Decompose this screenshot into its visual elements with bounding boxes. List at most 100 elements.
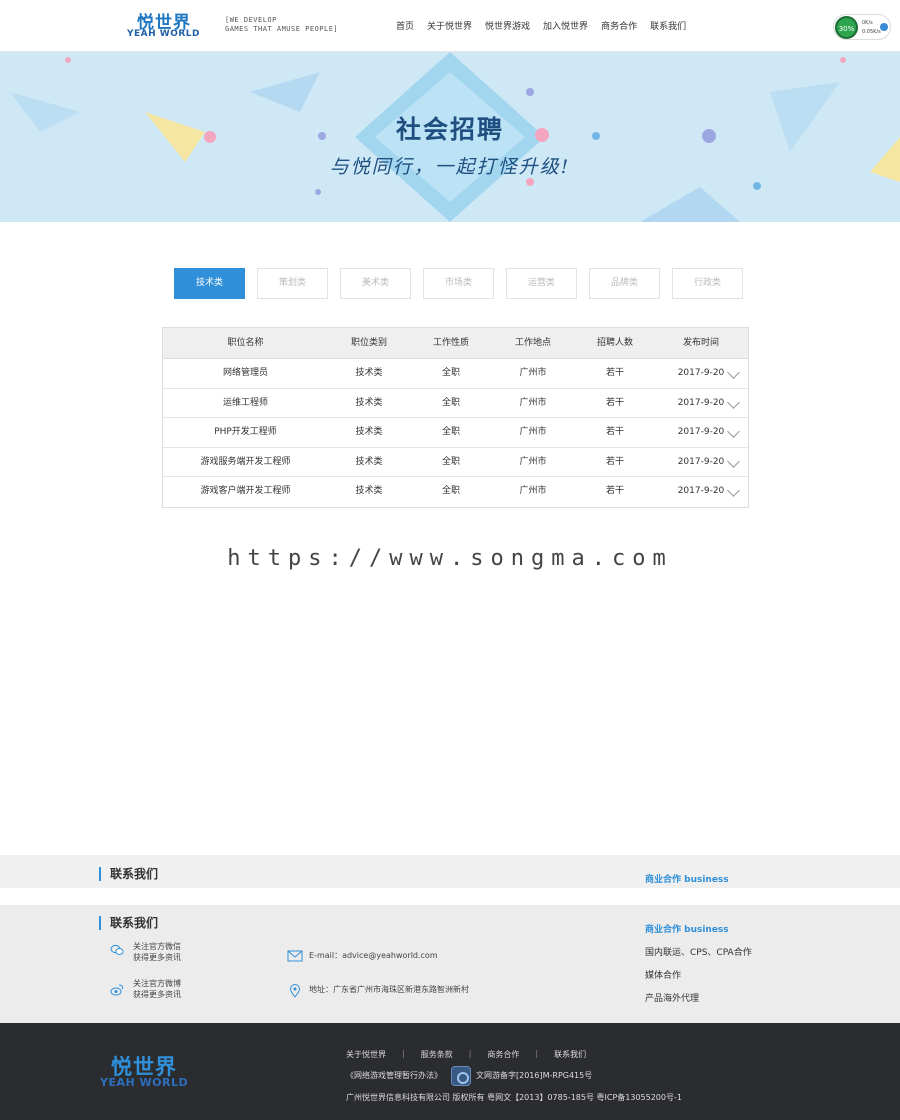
banner-dot	[840, 57, 846, 63]
table-row[interactable]: 网络管理员 技术类 全职 广州市 若干 2017-9-20	[163, 359, 748, 389]
contact-section: 联系我们 关注官方微信 获得更多资讯 关注官方微博 获得更多资讯 E-mail：…	[0, 905, 900, 1023]
weibo-icon[interactable]	[110, 983, 124, 997]
speed-widget[interactable]: 30% 0K/s 0.05K/s	[833, 14, 891, 40]
table-row[interactable]: 运维工程师 技术类 全职 广州市 若干 2017-9-20	[163, 388, 748, 418]
slogan-line2: GAMES THAT AMUSE PEOPLE]	[225, 25, 339, 33]
table-row[interactable]: 游戏客户端开发工程师 技术类 全职 广州市 若干 2017-9-20	[163, 477, 748, 507]
jobs-table: 职位名称 职位类别 工作性质 工作地点 招聘人数 发布时间 网络管理员 技术类 全职…	[162, 327, 749, 508]
speed-percent: 30%	[835, 16, 858, 39]
banner-triangle-blue	[250, 72, 320, 112]
banner-dot	[65, 57, 71, 63]
banner-dot	[315, 189, 321, 195]
watermark-text: https://www.songma.com	[227, 546, 673, 571]
wechat-line1: 关注官方微信	[133, 942, 181, 951]
email-text[interactable]: E-mail：advice@yeahworld.com	[309, 950, 438, 961]
footer-link-business[interactable]: 商务合作	[487, 1049, 519, 1060]
col-type: 工作性质	[432, 338, 469, 348]
footer-copyright: 广州悦世界信息科技有限公司 版权所有 粤网文【2013】0785-185号 粤I…	[346, 1093, 682, 1102]
footer-link-about[interactable]: 关于悦世界	[346, 1049, 386, 1060]
job-type: 全职	[441, 368, 460, 378]
footer-license[interactable]: 《网络游戏管理暂行办法》	[346, 1070, 442, 1081]
speed-down: 0.05K/s	[862, 29, 881, 35]
logo-en: YEAH WORLD	[127, 29, 201, 39]
banner-dot	[753, 182, 761, 190]
col-location: 工作地点	[514, 338, 551, 348]
nav-join[interactable]: 加入悦世界	[543, 19, 588, 32]
nav-business[interactable]: 商务合作	[601, 19, 637, 32]
hero-banner: 社会招聘 与悦同行，一起打怪升级!	[0, 52, 900, 222]
main-nav: 首页 关于悦世界 悦世界游戏 加入悦世界 商务合作 联系我们	[396, 19, 699, 32]
banner-dot	[526, 178, 534, 186]
job-category: 技术类	[355, 427, 383, 437]
col-date: 发布时间	[682, 338, 719, 348]
job-headcount: 若干	[605, 368, 624, 378]
tab-admin[interactable]: 行政类	[672, 268, 743, 299]
col-title: 职位名称	[227, 338, 264, 348]
license-badge-icon[interactable]	[451, 1066, 471, 1086]
job-headcount: 若干	[605, 486, 624, 496]
job-location: 广州市	[519, 368, 547, 378]
weibo-line2: 获得更多资讯	[133, 990, 181, 999]
nav-contact[interactable]: 联系我们	[650, 19, 686, 32]
wechat-line2: 获得更多资讯	[133, 953, 181, 962]
table-row[interactable]: PHP开发工程师 技术类 全职 广州市 若干 2017-9-20	[163, 418, 748, 448]
tab-art[interactable]: 美术类	[340, 268, 411, 299]
job-title: 网络管理员	[222, 368, 268, 378]
tab-planning[interactable]: 策划类	[257, 268, 328, 299]
col-category: 职位类别	[350, 338, 387, 348]
banner-subtitle: 与悦同行，一起打怪升级!	[329, 156, 571, 178]
nav-home[interactable]: 首页	[396, 19, 414, 32]
wechat-icon[interactable]	[110, 943, 124, 957]
footer-link-contact[interactable]: 联系我们	[554, 1049, 586, 1060]
strip-title: 联系我们	[99, 867, 158, 881]
job-title: 游戏客户端开发工程师	[200, 486, 291, 496]
tab-operation[interactable]: 运营类	[506, 268, 577, 299]
speed-toggle-icon[interactable]	[880, 23, 888, 31]
address-text: 地址：广东省广州市海珠区新港东路智洲新村	[309, 985, 469, 994]
nav-about[interactable]: 关于悦世界	[427, 19, 472, 32]
strip-business: 商业合作 business	[645, 875, 729, 885]
job-category: 技术类	[355, 486, 383, 496]
banner-title: 社会招聘	[395, 115, 504, 144]
footer-license-no: 文网游备字[2016]M-RPG415号	[476, 1071, 593, 1080]
job-type: 全职	[441, 486, 460, 496]
job-category: 技术类	[355, 456, 383, 467]
site-logo[interactable]: 悦世界 YEAH WORLD	[127, 8, 202, 42]
slogan: [WE DEVELOP GAMES THAT AMUSE PEOPLE]	[225, 16, 338, 34]
tab-marketing[interactable]: 市场类	[423, 268, 494, 299]
location-icon	[289, 984, 301, 998]
footer-separator: |	[468, 1049, 472, 1058]
job-location: 广州市	[519, 486, 547, 496]
banner-triangle-bottom	[640, 187, 740, 222]
job-title: 游戏服务端开发工程师	[200, 456, 291, 467]
table-body: 网络管理员 技术类 全职 广州市 若干 2017-9-20 运维工程师 技术类 全职 广州市 若干 2…	[163, 359, 748, 507]
category-tabs: 技术类 策划类 美术类 市场类 运营类 品牌类 行政类	[174, 268, 755, 299]
job-location: 广州市	[519, 456, 547, 467]
job-headcount: 若干	[605, 456, 624, 467]
job-category: 技术类	[355, 397, 383, 408]
footer-separator: |	[535, 1049, 539, 1058]
table-header: 职位名称 职位类别 工作性质 工作地点 招聘人数 发布时间	[163, 328, 748, 359]
table-row[interactable]: 游戏服务端开发工程师 技术类 全职 广州市 若干 2017-9-20	[163, 447, 748, 477]
business-title: 商业合作 business	[645, 925, 729, 935]
weibo-text: 关注官方微博 获得更多资讯	[133, 978, 181, 1000]
footer-links: 关于悦世界 | 服务条款 | 商务合作 | 联系我们	[346, 1049, 586, 1060]
job-location: 广州市	[519, 427, 547, 437]
site-footer: 悦世界 YEAH WORLD 关于悦世界 | 服务条款 | 商务合作 | 联系我…	[0, 1023, 900, 1120]
job-title: 运维工程师	[222, 397, 268, 408]
job-headcount: 若干	[605, 427, 624, 437]
job-type: 全职	[441, 397, 460, 408]
nav-games[interactable]: 悦世界游戏	[485, 19, 530, 32]
contact-strip: 联系我们 商业合作 business	[0, 855, 900, 888]
email-icon	[287, 950, 303, 962]
weibo-line1: 关注官方微博	[133, 979, 181, 988]
footer-link-terms[interactable]: 服务条款	[421, 1049, 453, 1060]
wechat-text: 关注官方微信 获得更多资讯	[133, 941, 181, 963]
banner-dot	[526, 88, 534, 96]
slogan-line1: [WE DEVELOP	[225, 16, 277, 24]
business-item: 媒体合作	[645, 971, 682, 981]
tab-tech[interactable]: 技术类	[174, 268, 245, 299]
job-title: PHP开发工程师	[214, 427, 277, 437]
business-item: 国内联运、CPS、CPA合作	[645, 948, 752, 958]
tab-brand[interactable]: 品牌类	[589, 268, 660, 299]
